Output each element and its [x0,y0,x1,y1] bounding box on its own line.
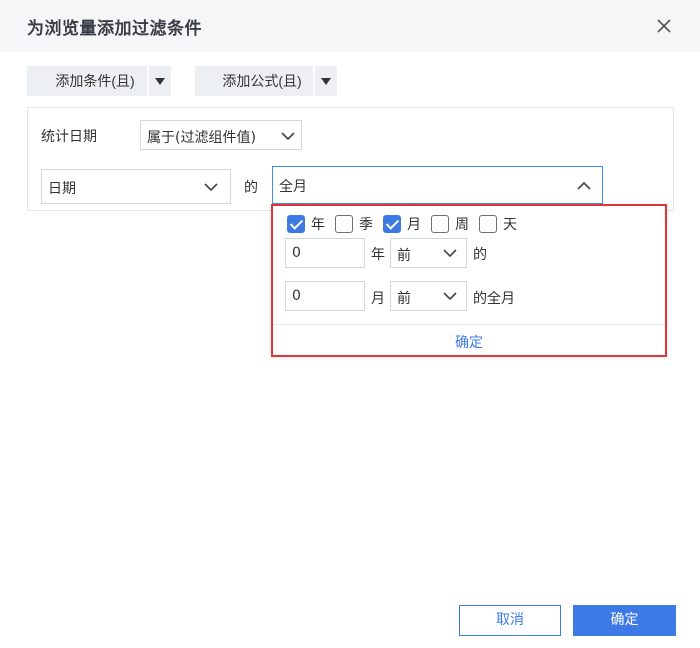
month-offset-input[interactable]: 0 [285,281,365,311]
chevron-down-icon [443,249,457,258]
quarter-checkbox[interactable] [335,215,353,233]
month-direction-select[interactable]: 前 [390,281,467,311]
dialog-title: 为浏览量添加过滤条件 [27,19,202,39]
year-unit-label: 年 [371,247,385,263]
date-field-select[interactable]: 日期 [41,169,231,204]
add-condition-dropdown-icon[interactable] [149,66,171,96]
ok-button[interactable]: 确定 [573,605,676,636]
month-direction-value: 前 [397,291,411,307]
day-checkbox-label: 天 [503,217,517,233]
month-suffix-label: 的全月 [473,291,515,307]
granularity-checkboxes: 年 季 月 周 天 [287,214,527,234]
year-checkbox[interactable] [287,215,305,233]
year-checkbox-label: 年 [311,217,325,233]
operator-select-value: 属于(过滤组件值) [147,130,256,146]
dialog-titlebar: 为浏览量添加过滤条件 [0,0,700,52]
year-direction-value: 前 [397,248,411,264]
operator-select[interactable]: 属于(过滤组件值) [140,120,302,150]
range-select[interactable]: 全月 [272,166,603,204]
week-checkbox[interactable] [431,215,449,233]
field-label: 统计日期 [41,129,97,145]
popup-divider [273,324,665,325]
year-offset-input[interactable]: 0 [285,238,365,268]
chevron-up-icon [577,181,591,190]
year-suffix-label: 的 [473,247,487,263]
month-checkbox[interactable] [383,215,401,233]
add-condition-group: 添加条件(且) [27,66,171,96]
add-formula-dropdown-icon[interactable] [315,66,337,96]
month-unit-label: 月 [371,291,385,307]
chevron-down-icon [204,183,218,192]
add-formula-button[interactable]: 添加公式(且) [195,66,313,96]
quarter-checkbox-label: 季 [359,217,373,233]
popup-confirm-button[interactable]: 确定 [455,332,483,352]
filter-dialog: 为浏览量添加过滤条件 添加条件(且) 添加公式(且) 统计日期 属于(过滤组件值… [0,0,700,648]
range-select-value: 全月 [279,179,307,195]
chevron-down-icon [281,132,295,141]
week-checkbox-label: 周 [455,217,469,233]
range-popup: 年 季 月 周 天 0 年 前 的 0 月 前 的全月 确定 [271,204,667,357]
year-direction-select[interactable]: 前 [390,238,467,268]
close-icon[interactable] [652,14,676,38]
date-field-value: 日期 [48,181,76,197]
of-label: 的 [244,180,258,196]
add-formula-group: 添加公式(且) [195,66,337,96]
day-checkbox[interactable] [479,215,497,233]
month-checkbox-label: 月 [407,217,421,233]
chevron-down-icon [443,292,457,301]
cancel-button[interactable]: 取消 [459,605,561,636]
add-condition-button[interactable]: 添加条件(且) [27,66,147,96]
